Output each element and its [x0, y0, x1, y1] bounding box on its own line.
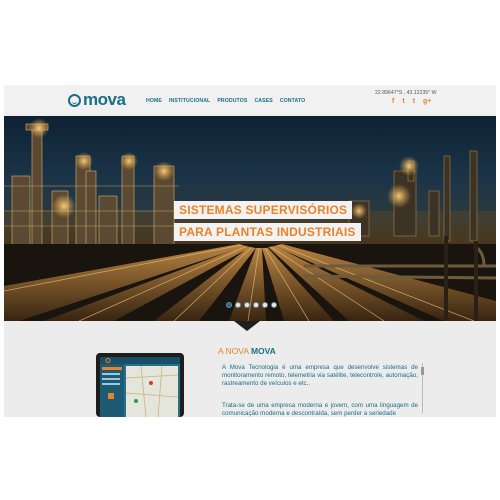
slider-dot[interactable] — [262, 302, 268, 308]
about-scrollbar[interactable] — [421, 363, 424, 413]
laptop-app-screenshot — [96, 353, 184, 417]
main-nav: HOME INSTITUCIONAL PRODUTOS CASES CONTAT… — [146, 98, 305, 104]
hero-headline: SISTEMAS SUPERVISÓRIOS PARA PLANTAS INDU… — [174, 201, 361, 241]
logo-text: mova — [83, 90, 126, 109]
google-plus-icon[interactable]: g+ — [423, 98, 431, 106]
tumblr-icon[interactable]: t — [413, 98, 415, 106]
nav-produtos[interactable]: PRODUTOS — [217, 98, 247, 104]
nav-institucional[interactable]: INSTITUCIONAL — [169, 98, 210, 104]
about-title-prefix: A NOVA — [218, 346, 249, 356]
slider-pagination — [226, 302, 277, 308]
facebook-icon[interactable]: f — [392, 98, 394, 106]
about-title: A NOVA MOVA — [218, 346, 276, 356]
slider-dot[interactable] — [253, 302, 259, 308]
site-header: mova HOME INSTITUCIONAL PRODUTOS CASES C… — [4, 85, 496, 115]
slider-dot[interactable] — [226, 302, 232, 308]
nav-contato[interactable]: CONTATO — [280, 98, 305, 104]
scrollbar-thumb[interactable] — [421, 367, 424, 375]
slider-dot[interactable] — [244, 302, 250, 308]
about-title-brand: MOVA — [250, 346, 276, 356]
gps-coordinates: 22.89647°S , 43.12235° W — [375, 90, 437, 96]
logo-mark-icon — [68, 93, 81, 107]
about-paragraph-2: Trata-se de uma empresa moderna e jovem,… — [222, 402, 418, 417]
hero-banner: SISTEMAS SUPERVISÓRIOS PARA PLANTAS INDU… — [4, 116, 496, 321]
nav-cases[interactable]: CASES — [254, 98, 272, 104]
mova-logo[interactable]: mova — [68, 90, 126, 109]
hero-headline-line1: SISTEMAS SUPERVISÓRIOS — [174, 201, 353, 219]
social-links: f t t g+ — [392, 98, 431, 106]
slider-dot[interactable] — [271, 302, 277, 308]
website-preview: mova HOME INSTITUCIONAL PRODUTOS CASES C… — [4, 85, 496, 417]
section-pointer-icon — [234, 321, 260, 331]
nav-home[interactable]: HOME — [146, 98, 162, 104]
slider-dot[interactable] — [235, 302, 241, 308]
about-paragraph-1: A Mova Tecnologia é uma empresa que dese… — [222, 364, 418, 387]
twitter-icon[interactable]: t — [402, 98, 404, 106]
hero-headline-line2: PARA PLANTAS INDUSTRIAIS — [174, 223, 361, 241]
